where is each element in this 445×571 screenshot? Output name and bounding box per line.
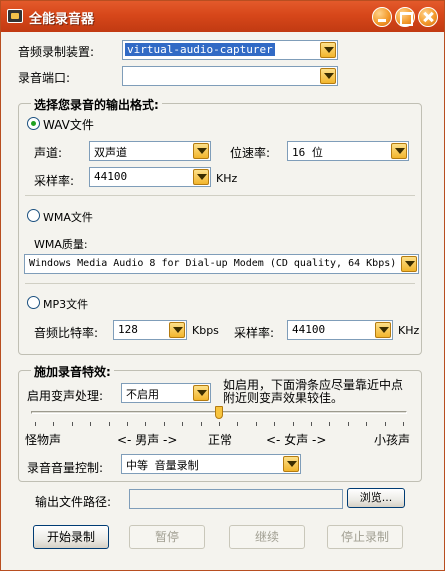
browse-button[interactable]: 浏览... (347, 488, 405, 508)
slider-tick (201, 422, 202, 426)
start-record-button[interactable]: 开始录制 (33, 525, 109, 549)
window-title: 全能录音器 (29, 12, 95, 27)
wma-radio[interactable] (27, 209, 40, 222)
mp3-sample-unit: KHz (398, 324, 420, 337)
slider-tick (403, 422, 404, 426)
slider-tick (256, 422, 257, 426)
wma-label[interactable]: WMA文件 (43, 209, 93, 225)
device-label: 音频录制装置: (18, 45, 95, 59)
bit-depth-label: 位速率: (230, 146, 271, 160)
chevron-down-icon[interactable] (193, 143, 209, 159)
chevron-down-icon[interactable] (401, 256, 417, 272)
port-select[interactable] (122, 66, 338, 86)
device-value: virtual-audio-capturer (125, 43, 275, 56)
chevron-down-icon[interactable] (283, 456, 299, 472)
channel-value: 双声道 (94, 146, 127, 159)
wav-label[interactable]: WAV文件 (43, 116, 94, 133)
slider-tick (90, 422, 91, 426)
voice-hint-line1: 如启用，下面滑条应尽量靠近中点 (223, 378, 404, 392)
scale-normal: 正常 (208, 433, 233, 447)
slider-tick (109, 422, 110, 426)
wav-sample-label: 采样率: (34, 174, 75, 188)
slider-tick (53, 422, 54, 426)
slider-tick (72, 422, 73, 426)
scale-child: 小孩声 (374, 433, 411, 447)
chevron-down-icon[interactable] (320, 68, 336, 84)
slider-tick (127, 422, 128, 426)
slider-tick (35, 422, 36, 426)
scale-monster: 怪物声 (25, 433, 62, 447)
mp3-sample-value: 44100 (292, 323, 326, 336)
scale-female: <- 女声 -> (266, 433, 327, 447)
mp3-bitrate-label: 音频比特率: (34, 326, 99, 340)
chevron-down-icon[interactable] (169, 322, 185, 338)
wav-sample-value: 44100 (94, 170, 128, 183)
mp3-label[interactable]: MP3文件 (43, 296, 88, 312)
wma-quality-value: Windows Media Audio 8 for Dial-up Modem … (29, 258, 397, 269)
divider (25, 283, 415, 284)
wma-quality-select[interactable]: Windows Media Audio 8 for Dial-up Modem … (24, 254, 419, 274)
slider-tick (311, 422, 312, 426)
volume-label: 录音音量控制: (27, 461, 104, 475)
voice-change-value: 不启用 (126, 388, 159, 401)
bit-depth-value: 16 位 (292, 146, 323, 159)
slider-tick (274, 422, 275, 426)
slider-tick (348, 422, 349, 426)
wav-sample-select[interactable]: 44100 (89, 167, 211, 187)
channel-select[interactable]: 双声道 (89, 141, 211, 161)
volume-select[interactable]: 中等 音量录制 (121, 454, 301, 474)
output-path-label: 输出文件路径: (35, 495, 112, 509)
mp3-bitrate-value: 128 (118, 323, 138, 336)
resume-button[interactable]: 继续 (229, 525, 305, 549)
minimize-icon[interactable] (372, 7, 392, 27)
output-path-field[interactable] (129, 489, 343, 509)
port-label: 录音端口: (18, 71, 71, 85)
chevron-down-icon[interactable] (193, 169, 209, 185)
slider-tick (182, 422, 183, 426)
chevron-down-icon[interactable] (375, 322, 391, 338)
bit-depth-select[interactable]: 16 位 (287, 141, 409, 161)
mp3-sample-select[interactable]: 44100 (287, 320, 393, 340)
maximize-icon[interactable] (395, 7, 415, 27)
slider-tick (366, 422, 367, 426)
channel-label: 声道: (34, 146, 63, 160)
slider-tick (219, 422, 220, 426)
voice-hint-line2: 附近则变声效果较佳。 (223, 391, 344, 405)
voice-change-select[interactable]: 不启用 (121, 383, 211, 403)
mp3-bitrate-select[interactable]: 128 (113, 320, 187, 340)
chevron-down-icon[interactable] (391, 143, 407, 159)
voice-slider-thumb[interactable] (215, 406, 223, 419)
mp3-bitrate-unit: Kbps (192, 324, 219, 337)
chevron-down-icon[interactable] (193, 385, 209, 401)
scale-male: <- 男声 -> (117, 433, 178, 447)
format-group-title: 选择您录音的输出格式: (31, 96, 162, 113)
main-window: 全能录音器 音频录制装置: virtual-audio-capturer 录音端… (0, 0, 445, 571)
slider-tick (329, 422, 330, 426)
title-bar[interactable]: 全能录音器 (1, 1, 444, 32)
effects-group-title: 施加录音特效: (31, 363, 114, 380)
chevron-down-icon[interactable] (320, 42, 336, 58)
slider-tick (237, 422, 238, 426)
voice-change-label: 启用变声处理: (27, 389, 104, 403)
stop-record-button[interactable]: 停止录制 (327, 525, 403, 549)
slider-tick (164, 422, 165, 426)
wma-quality-label: WMA质量: (34, 238, 88, 251)
volume-value: 中等 音量录制 (126, 459, 199, 472)
wav-radio[interactable] (27, 117, 40, 130)
pause-button[interactable]: 暂停 (129, 525, 205, 549)
wav-sample-unit: KHz (216, 172, 238, 185)
slider-tick (293, 422, 294, 426)
mp3-radio[interactable] (27, 296, 40, 309)
app-icon[interactable] (7, 9, 23, 23)
close-icon[interactable] (418, 7, 438, 27)
device-select[interactable]: virtual-audio-capturer (122, 40, 338, 60)
slider-tick (145, 422, 146, 426)
mp3-sample-label: 采样率: (234, 326, 275, 340)
slider-tick (385, 422, 386, 426)
divider (25, 195, 415, 196)
